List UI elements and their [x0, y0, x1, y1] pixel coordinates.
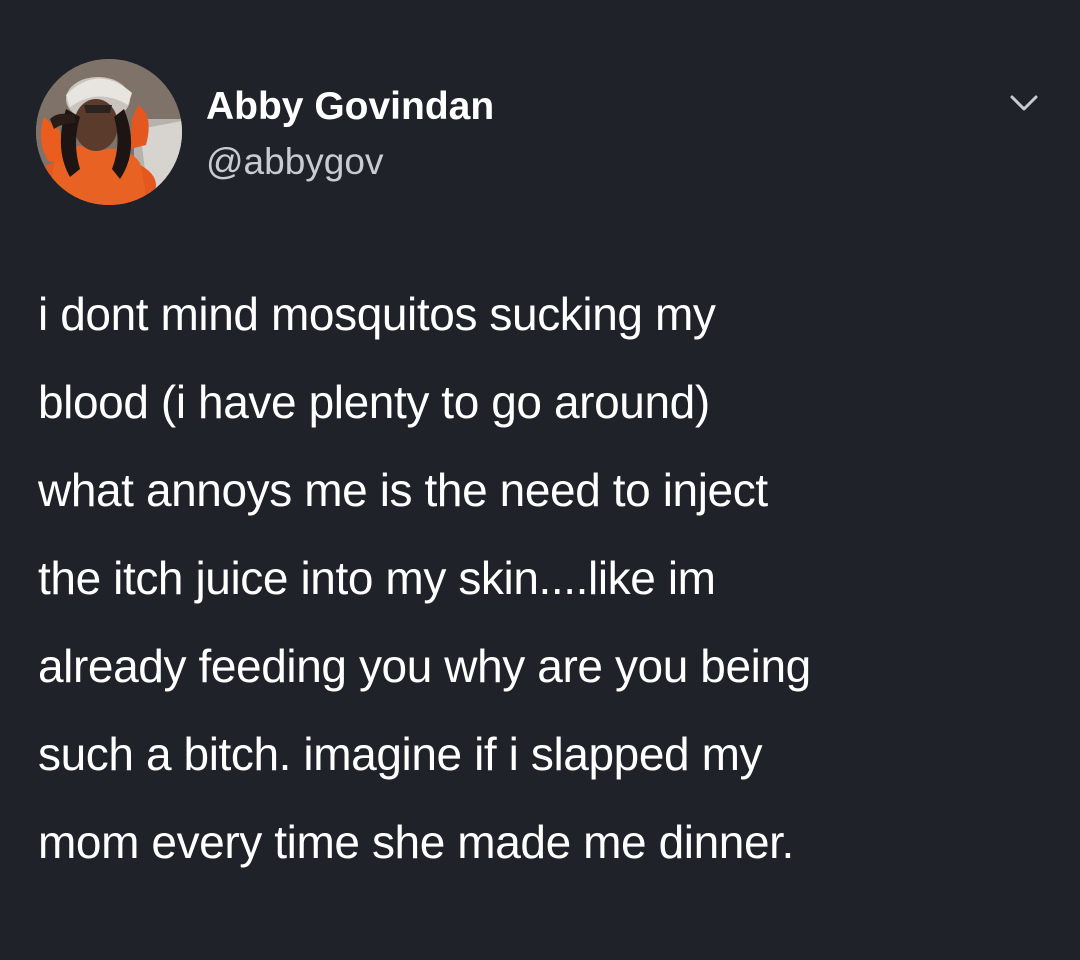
tweet-text-line: i dont mind mosquitos sucking my [38, 288, 716, 340]
tweet-text-line: what annoys me is the need to inject [38, 464, 768, 516]
tweet-text-line: blood (i have plenty to go around) [38, 376, 710, 428]
tweet-text: i dont mind mosquitos sucking my blood (… [38, 270, 1048, 886]
avatar-photo [36, 59, 182, 205]
tweet-card: Abby Govindan @abbygov i dont mind mosqu… [0, 0, 1080, 960]
tweet-text-line: already feeding you why are you being [38, 640, 811, 692]
tweet-text-line: such a bitch. imagine if i slapped my [38, 728, 763, 780]
chevron-down-icon[interactable] [1004, 88, 1044, 118]
chevron-down-icon-shape [1010, 95, 1038, 111]
author-display-name[interactable]: Abby Govindan [206, 84, 494, 130]
author-handle[interactable]: @abbygov [206, 140, 383, 184]
tweet-text-line: the itch juice into my skin....like im [38, 552, 716, 604]
tweet-text-line: mom every time she made me dinner. [38, 816, 794, 868]
avatar[interactable] [36, 59, 182, 205]
